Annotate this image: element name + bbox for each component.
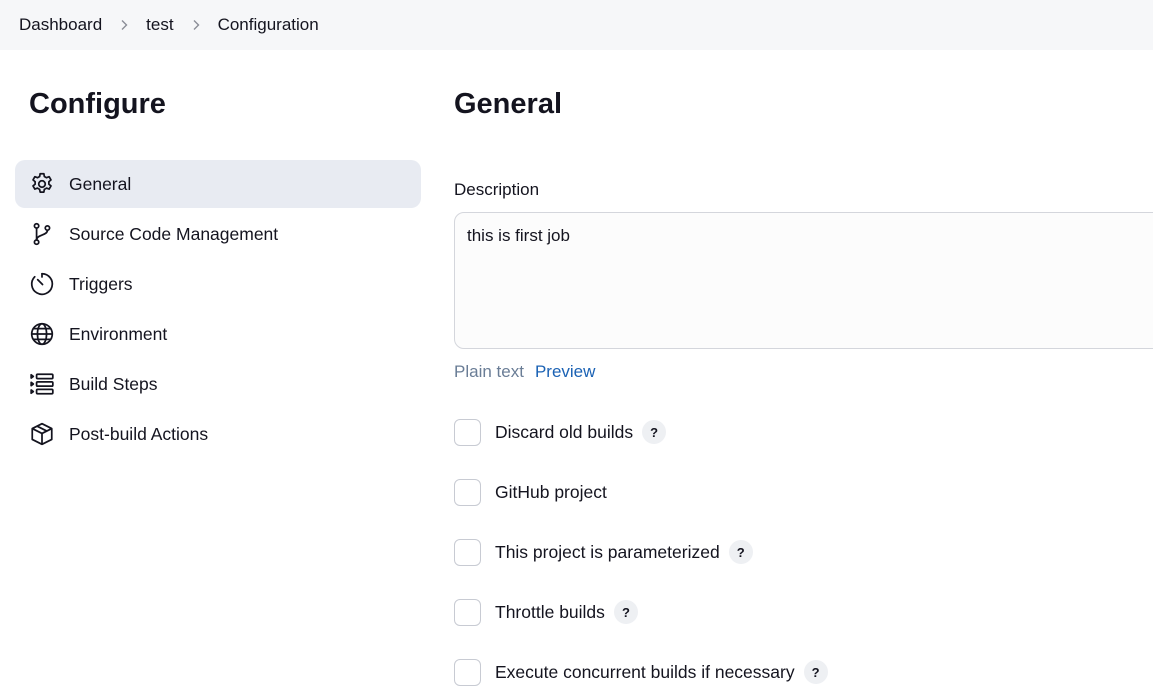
- git-branch-icon: [29, 221, 55, 247]
- help-icon[interactable]: ?: [642, 420, 667, 444]
- option-label: GitHub project: [495, 481, 607, 502]
- list-steps-icon: [29, 371, 55, 397]
- section-title: General: [454, 88, 562, 120]
- sidebar-item-build-steps[interactable]: Build Steps: [15, 360, 421, 408]
- chevron-right-icon: [190, 19, 202, 31]
- help-icon[interactable]: ?: [613, 600, 638, 624]
- help-icon[interactable]: ?: [728, 540, 753, 564]
- sidebar-item-source-code-management[interactable]: Source Code Management: [15, 210, 421, 258]
- option-github-project: GitHub project: [454, 478, 607, 506]
- breadcrumb-test[interactable]: test: [146, 15, 173, 35]
- sidebar-item-label: General: [69, 173, 132, 194]
- help-icon[interactable]: ?: [803, 660, 828, 684]
- github-project-checkbox[interactable]: [454, 478, 481, 506]
- option-label: This project is parameterized: [495, 541, 720, 562]
- option-discard-old-builds: Discard old builds ?: [454, 418, 667, 446]
- description-label: Description: [454, 180, 540, 199]
- option-label: Execute concurrent builds if necessary: [495, 661, 795, 682]
- package-icon: [29, 421, 55, 447]
- option-parameterized: This project is parameterized ?: [454, 538, 753, 566]
- globe-icon: [29, 321, 55, 347]
- description-input[interactable]: this is first job: [454, 212, 1153, 349]
- option-throttle-builds: Throttle builds ?: [454, 598, 638, 626]
- option-label: Discard old builds: [495, 421, 634, 442]
- sidebar-item-label: Build Steps: [69, 373, 158, 394]
- concurrent-builds-checkbox[interactable]: [454, 658, 481, 686]
- preview-link[interactable]: Preview: [535, 362, 595, 382]
- chevron-right-icon: [118, 19, 130, 31]
- throttle-builds-checkbox[interactable]: [454, 598, 481, 626]
- parameterized-checkbox[interactable]: [454, 538, 481, 566]
- sidebar-item-label: Post-build Actions: [69, 423, 209, 444]
- sidebar: General Source Code Management Triggers: [15, 160, 421, 460]
- option-concurrent-builds: Execute concurrent builds if necessary ?: [454, 658, 828, 686]
- breadcrumb-configuration[interactable]: Configuration: [218, 15, 319, 35]
- sidebar-item-post-build-actions[interactable]: Post-build Actions: [15, 410, 421, 458]
- discard-old-builds-checkbox[interactable]: [454, 418, 481, 446]
- format-toggle: Plain text Preview: [454, 362, 595, 382]
- sidebar-title: Configure: [29, 88, 166, 120]
- sidebar-item-label: Triggers: [69, 273, 133, 294]
- timer-icon: [29, 271, 55, 297]
- option-label: Throttle builds: [495, 601, 605, 622]
- breadcrumb: Dashboard test Configuration: [0, 0, 1153, 50]
- sidebar-item-environment[interactable]: Environment: [15, 310, 421, 358]
- gear-icon: [29, 171, 55, 197]
- plain-text-label: Plain text: [454, 362, 524, 381]
- sidebar-item-label: Source Code Management: [69, 223, 279, 244]
- sidebar-item-label: Environment: [69, 323, 168, 344]
- sidebar-item-general[interactable]: General: [15, 160, 421, 208]
- sidebar-item-triggers[interactable]: Triggers: [15, 260, 421, 308]
- breadcrumb-dashboard[interactable]: Dashboard: [19, 15, 102, 35]
